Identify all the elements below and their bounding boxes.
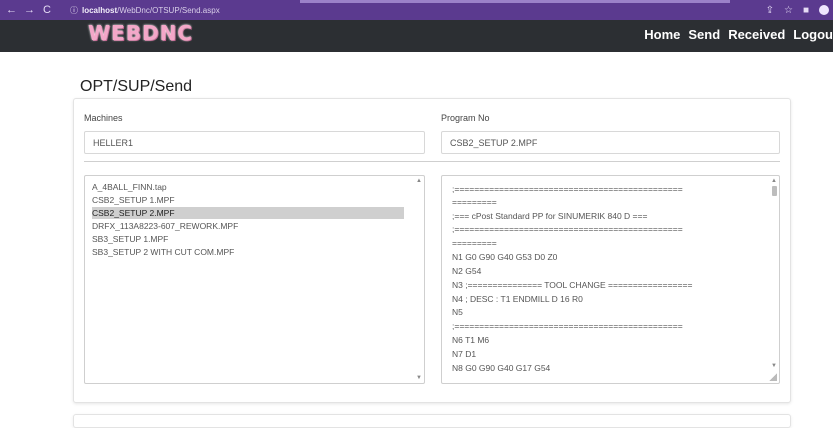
info-icon[interactable]: ⓘ: [70, 5, 78, 16]
resize-handle-icon[interactable]: [769, 373, 777, 381]
code-line: ;=======================================…: [452, 184, 683, 194]
list-item[interactable]: DRFX_113A8223-607_REWORK.MPF: [92, 220, 404, 232]
program-text-area[interactable]: ;=======================================…: [441, 175, 780, 384]
scroll-down-icon[interactable]: ▼: [771, 363, 777, 369]
machines-field[interactable]: HELLER1: [84, 131, 425, 154]
secondary-card: [73, 414, 791, 428]
browser-actions: ⇪ ☆ ■: [766, 0, 829, 20]
file-list[interactable]: A_4BALL_FINN.tap CSB2_SETUP 1.MPF CSB2_S…: [84, 175, 425, 384]
url-path: /WebDnc/OTSUP/Send.aspx: [117, 5, 220, 15]
sidebar-icon[interactable]: ■: [803, 5, 809, 16]
code-line: N1 G0 G90 G40 G53 D0 Z0: [452, 252, 558, 262]
code-line: N7 D1: [452, 349, 477, 359]
program-text-scrollbar[interactable]: ▲ ▼: [771, 178, 777, 381]
list-item[interactable]: SB3_SETUP 1.MPF: [92, 233, 404, 245]
program-no-label: Program No: [441, 113, 490, 123]
code-line: N4 ; DESC : T1 ENDMILL D 16 R0: [452, 294, 583, 304]
program-no-field[interactable]: CSB2_SETUP 2.MPF: [441, 131, 780, 154]
url-host: localhost: [82, 5, 118, 15]
app-logo[interactable]: WEBDNC: [88, 21, 193, 45]
code-line: =========: [452, 238, 497, 248]
forward-icon[interactable]: →: [24, 4, 35, 16]
star-icon[interactable]: ☆: [784, 5, 793, 16]
code-line: N5: [452, 307, 463, 317]
divider: [84, 161, 780, 162]
machines-label: Machines: [84, 113, 123, 123]
nav-home[interactable]: Home: [644, 27, 680, 42]
browser-toolbar: ← → C ⓘ localhost/WebDnc/OTSUP/Send.aspx…: [0, 0, 833, 20]
scroll-up-icon[interactable]: ▲: [416, 178, 422, 184]
list-item[interactable]: CSB2_SETUP 1.MPF: [92, 194, 404, 206]
share-icon[interactable]: ⇪: [766, 5, 774, 16]
code-line: N8 G0 G90 G40 G17 G54: [452, 363, 551, 373]
code-line: ;=======================================…: [452, 321, 683, 331]
code-line: N6 T1 M6: [452, 335, 490, 345]
nav-links: Home Send Received Logou: [644, 27, 833, 42]
nav-send[interactable]: Send: [688, 27, 720, 42]
code-line: ;=======================================…: [452, 224, 683, 234]
profile-avatar[interactable]: [819, 5, 829, 15]
code-line: =========: [452, 197, 497, 207]
reload-icon[interactable]: C: [42, 4, 52, 16]
browser-nav: ← → C: [0, 4, 52, 16]
code-line: ;=== cPost Standard PP for SINUMERIK 840…: [452, 211, 648, 221]
scroll-down-icon[interactable]: ▼: [416, 375, 422, 381]
nav-logout[interactable]: Logou: [793, 27, 833, 42]
page-title: OPT/SUP/Send: [80, 78, 193, 95]
list-item[interactable]: SB3_SETUP 2 WITH CUT COM.MPF: [92, 246, 404, 258]
nav-received[interactable]: Received: [728, 27, 785, 42]
scroll-up-icon[interactable]: ▲: [771, 178, 777, 184]
list-item[interactable]: A_4BALL_FINN.tap: [92, 181, 404, 193]
code-line: N3 ;=============== TOOL CHANGE ========…: [452, 280, 693, 290]
file-list-scrollbar[interactable]: ▲ ▼: [416, 178, 422, 381]
address-bar[interactable]: ⓘ localhost/WebDnc/OTSUP/Send.aspx: [70, 3, 700, 17]
back-icon[interactable]: ←: [6, 4, 17, 16]
scroll-thumb[interactable]: [772, 186, 777, 196]
list-item-selected[interactable]: CSB2_SETUP 2.MPF: [92, 207, 404, 219]
code-line: N2 G54: [452, 266, 482, 276]
